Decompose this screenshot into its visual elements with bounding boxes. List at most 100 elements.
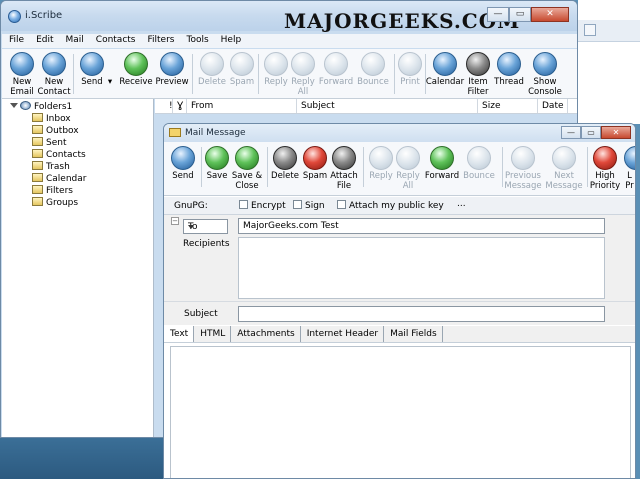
maximize-button[interactable]: ▭ [509, 7, 531, 22]
message-body-editor[interactable] [170, 346, 631, 478]
new-contact-button[interactable]: New Contact [36, 52, 72, 97]
background-window-button[interactable] [584, 24, 596, 36]
tab-internet-header[interactable]: Internet Header [301, 326, 385, 342]
mail-bounce-button[interactable]: Bounce [462, 146, 496, 181]
close-button[interactable]: ✕ [531, 7, 569, 22]
envelope-icon [169, 128, 181, 137]
tab-attachments[interactable]: Attachments [231, 326, 301, 342]
folder-root[interactable]: Folders1 [20, 101, 72, 112]
folder-inbox[interactable]: Inbox [32, 113, 71, 124]
menu-tools[interactable]: Tools [179, 34, 213, 48]
receive-button[interactable]: Receive [118, 52, 154, 87]
folder-groups[interactable]: Groups [32, 197, 78, 208]
low-priority-button[interactable]: L Pr [622, 146, 635, 191]
gnupg-more-button[interactable]: ... [457, 199, 466, 209]
menu-mail[interactable]: Mail [59, 34, 89, 48]
encrypt-checkbox[interactable]: Encrypt [239, 200, 286, 211]
mail-maximize-button[interactable]: ▭ [581, 126, 601, 139]
sent-icon [32, 137, 43, 146]
folder-calendar[interactable]: Calendar [32, 173, 86, 184]
filters-icon [32, 185, 43, 194]
send-icon [171, 146, 195, 170]
next-message-icon [552, 146, 576, 170]
save-icon [205, 146, 229, 170]
previous-message-button[interactable]: Previous Message [503, 146, 543, 191]
checkbox-icon [337, 200, 346, 209]
new-email-icon [10, 52, 34, 76]
mail-save-button[interactable]: Save [200, 146, 234, 181]
to-input[interactable]: MajorGeeks.com Test [238, 218, 605, 234]
editor-tabs: Text HTML Attachments Internet Header Ma… [164, 326, 635, 343]
column-size[interactable]: Size [478, 99, 538, 113]
preview-button[interactable]: Preview [154, 52, 190, 87]
reply-all-button[interactable]: Reply All [285, 52, 321, 97]
thread-button[interactable]: Thread [491, 52, 527, 87]
tab-html[interactable]: HTML [194, 326, 232, 342]
bounce-button[interactable]: Bounce [355, 52, 391, 87]
folder-outbox[interactable]: Outbox [32, 125, 79, 136]
mail-attach-file-button[interactable]: Attach File [327, 146, 361, 191]
next-message-button[interactable]: Next Message [544, 146, 584, 191]
trash-icon [32, 161, 43, 170]
mail-caption-buttons: — ▭ ✕ [561, 126, 631, 139]
menu-file[interactable]: File [2, 34, 29, 48]
show-console-button[interactable]: Show Console [525, 52, 565, 97]
mail-titlebar[interactable]: Mail Message — ▭ ✕ [164, 124, 635, 142]
mail-send-button[interactable]: Send [166, 146, 200, 181]
spam-icon [230, 52, 254, 76]
recipients-label: Recipients [183, 239, 230, 249]
recipients-list[interactable] [238, 237, 605, 299]
new-contact-icon [42, 52, 66, 76]
folder-filters[interactable]: Filters [32, 185, 73, 196]
previous-message-icon [511, 146, 535, 170]
menu-filters[interactable]: Filters [141, 34, 180, 48]
forward-icon [430, 146, 454, 170]
minimize-button[interactable]: — [487, 7, 509, 22]
menu-edit[interactable]: Edit [29, 34, 58, 48]
main-titlebar[interactable]: i.Scribe MAJORGEEKS.COM — ▭ ✕ [1, 1, 577, 33]
folder-sent[interactable]: Sent [32, 137, 66, 148]
collapse-icon[interactable]: − [171, 217, 179, 225]
tree-expander-icon[interactable] [10, 103, 18, 108]
attach-public-key-checkbox[interactable]: Attach my public key [337, 200, 444, 211]
tab-text[interactable]: Text [164, 326, 195, 342]
new-email-button[interactable]: New Email [4, 52, 40, 97]
mail-forward-button[interactable]: Forward [423, 146, 461, 181]
column-priority[interactable]: ! [155, 99, 173, 113]
column-from[interactable]: From [187, 99, 297, 113]
mail-reply-all-button[interactable]: Reply All [391, 146, 425, 191]
item-filter-icon [466, 52, 490, 76]
mail-delete-button[interactable]: Delete [268, 146, 302, 181]
folder-trash[interactable]: Trash [32, 161, 70, 172]
subject-label: Subject [184, 309, 218, 319]
forward-button[interactable]: Forward [318, 52, 354, 87]
column-date[interactable]: Date [538, 99, 568, 113]
folder-contacts[interactable]: Contacts [32, 149, 86, 160]
gnupg-bar: GnuPG: Encrypt Sign Attach my public key… [164, 197, 635, 215]
mail-toolbar: Send Save Save & Close Delete Spam Attach… [164, 142, 635, 196]
tab-mail-fields[interactable]: Mail Fields [384, 326, 443, 342]
background-window [578, 0, 640, 124]
column-flag[interactable]: Ɣ [173, 99, 187, 113]
recipient-type-select[interactable]: To [183, 219, 228, 234]
sign-checkbox[interactable]: Sign [293, 200, 325, 211]
bounce-icon [467, 146, 491, 170]
mail-close-button[interactable]: ✕ [601, 126, 631, 139]
mail-minimize-button[interactable]: — [561, 126, 581, 139]
spam-button[interactable]: Spam [224, 52, 260, 87]
calendar-button[interactable]: Calendar [425, 52, 465, 87]
watermark-text: MAJORGEEKS.COM [284, 9, 521, 33]
menu-help[interactable]: Help [214, 34, 247, 48]
print-button[interactable]: Print [392, 52, 428, 87]
mail-save-close-button[interactable]: Save & Close [230, 146, 264, 191]
folders-root-icon [20, 101, 31, 110]
toolbar-separator [192, 54, 193, 94]
subject-input[interactable] [238, 306, 605, 322]
recipients-area: − To MajorGeeks.com Test Recipients [164, 215, 635, 301]
menu-contacts[interactable]: Contacts [89, 34, 141, 48]
mail-message-window: Mail Message — ▭ ✕ Send Save Save & Close… [163, 123, 636, 479]
low-priority-icon [624, 146, 635, 170]
high-priority-button[interactable]: High Priority [588, 146, 622, 191]
column-subject[interactable]: Subject [297, 99, 478, 113]
send-dropdown-arrow[interactable]: ▾ [103, 77, 117, 87]
